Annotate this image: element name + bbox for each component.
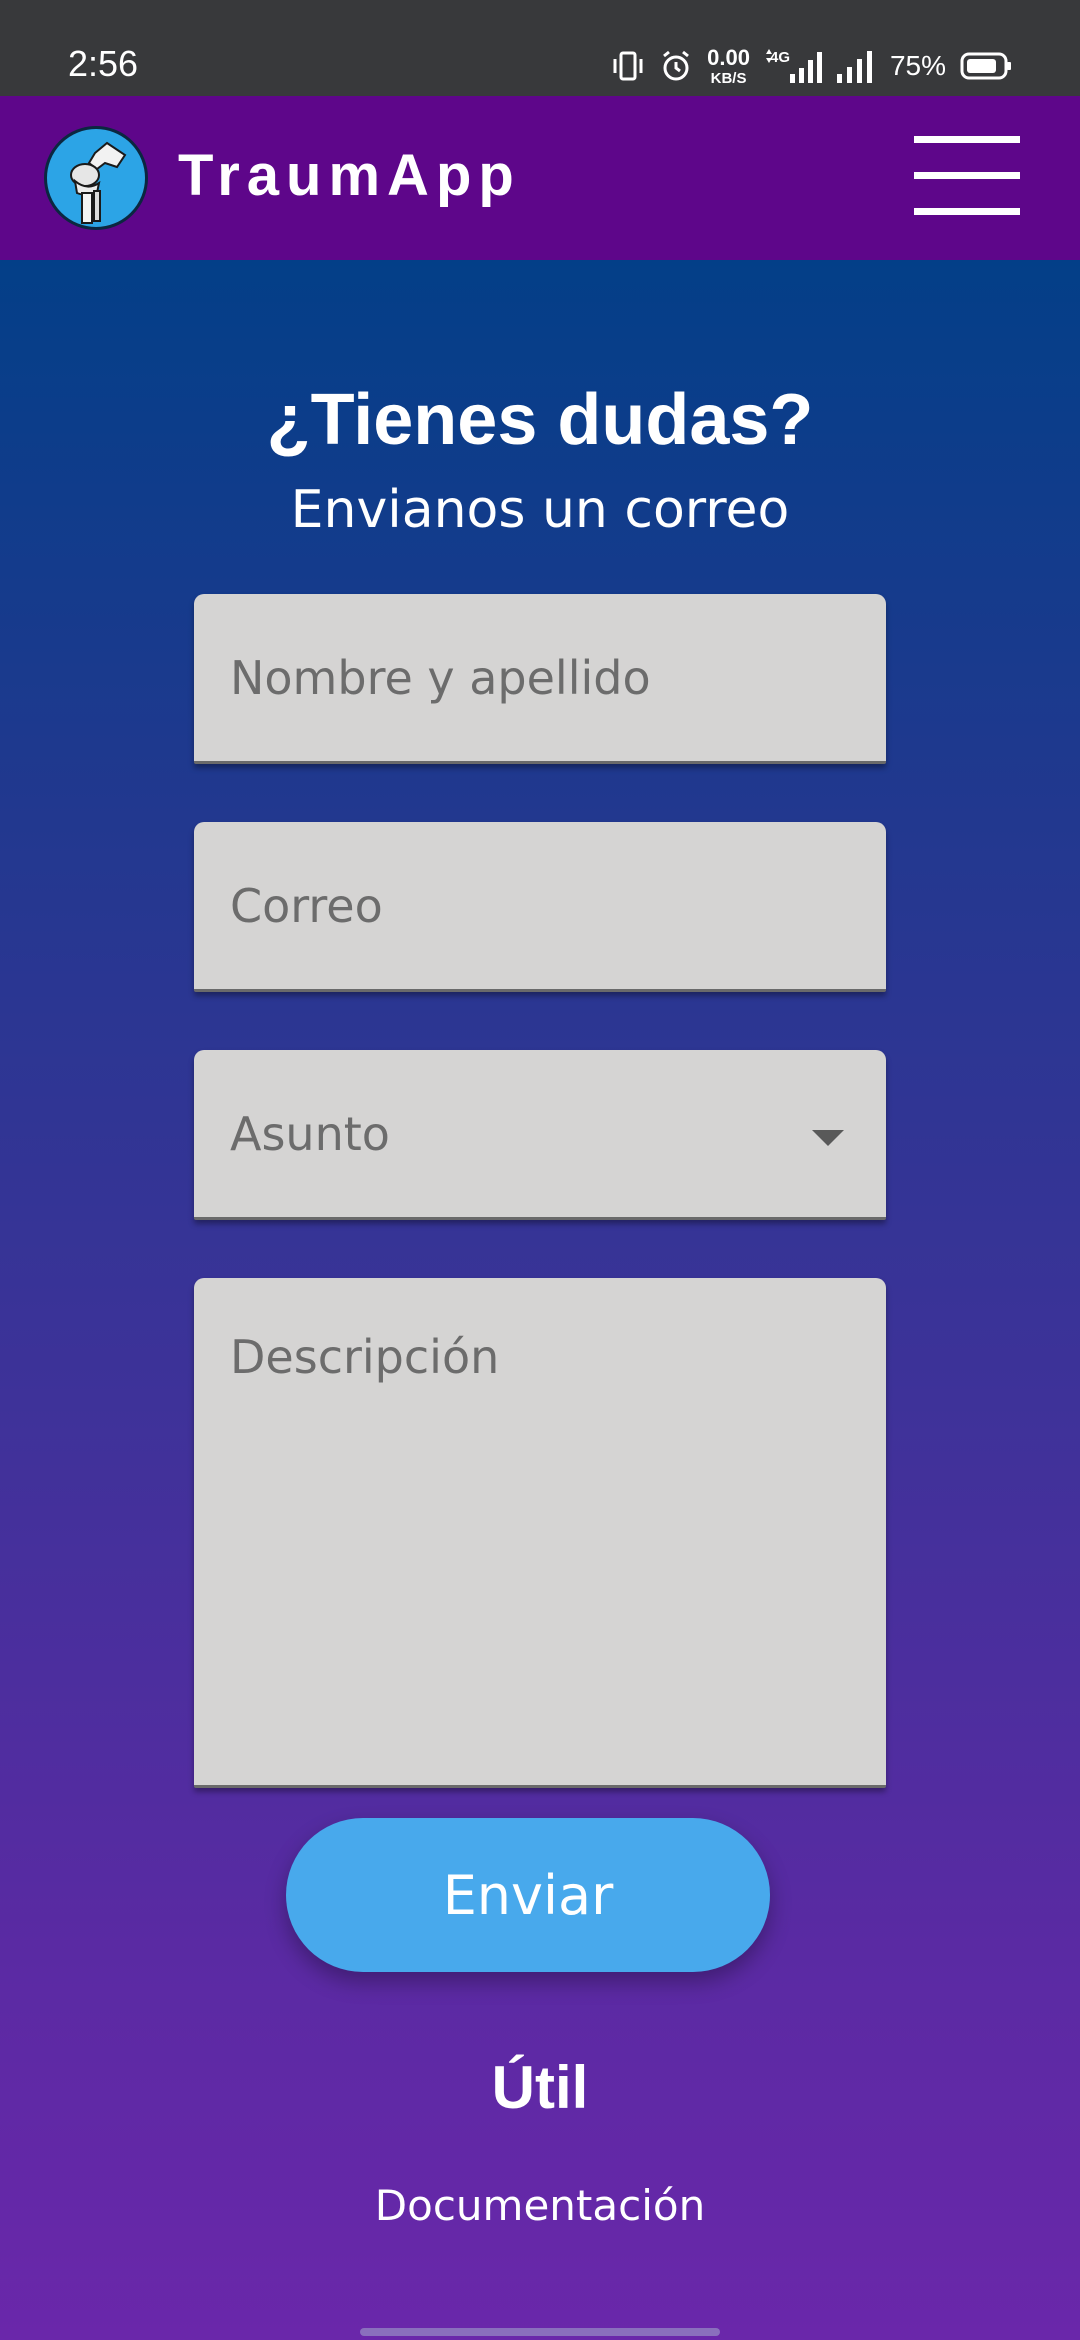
status-icons: 0.00 KB/S 4G 75% [611,44,1012,88]
page-title: ¿Tienes dudas? [266,380,814,460]
chevron-down-icon [812,1130,844,1146]
home-indicator [360,2328,720,2336]
hamburger-menu-icon[interactable] [914,136,1020,216]
svg-text:4G: 4G [770,49,790,66]
net-speed-unit: KB/S [710,69,747,87]
subject-select[interactable]: Asunto [194,1050,886,1220]
app-title: TraumApp [178,143,521,208]
description-field[interactable] [194,1278,886,1788]
menu-line [914,172,1020,179]
status-time: 2:56 [68,43,139,84]
signal-icon [836,49,876,83]
knee-joint-logo [44,126,148,230]
send-button[interactable]: Enviar [286,1818,770,1972]
name-field[interactable] [194,594,886,764]
battery-icon [960,51,1012,81]
documentation-link[interactable]: Documentación [0,2180,1080,2232]
status-bar: 2:56 0.00 KB/S 4G 75% [0,0,1080,96]
page-subtitle: Envianos un correo [290,480,790,540]
alarm-icon [659,49,693,83]
network-speed: 0.00 KB/S [707,44,750,87]
menu-line [914,208,1020,215]
battery-percent: 75% [889,50,946,81]
vibrate-icon [611,50,645,82]
email-field[interactable] [194,822,886,992]
email-input[interactable] [194,822,886,989]
description-input[interactable] [194,1278,886,1785]
menu-line [914,136,1020,143]
net-speed-value: 0.00 [707,44,750,70]
app-bar: TraumApp [0,96,1080,260]
footer-title: Útil [491,2054,589,2121]
subject-select-value: Asunto [230,1106,390,1161]
name-input[interactable] [194,594,886,761]
4g-signal-icon: 4G [764,48,822,84]
